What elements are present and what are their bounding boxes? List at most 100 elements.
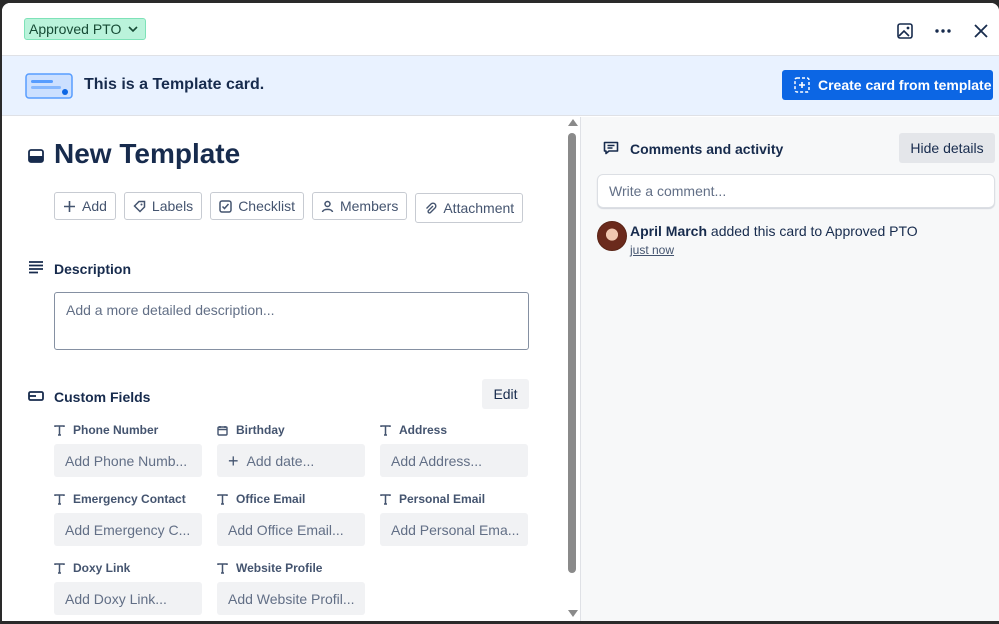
custom-field-birthday: Birthday + Add date...: [217, 422, 365, 477]
scroll-up-arrow-icon[interactable]: [568, 119, 578, 126]
custom-fields-title: Custom Fields: [54, 389, 151, 405]
list-name: Approved PTO: [29, 21, 122, 37]
description-placeholder: Add a more detailed description...: [66, 302, 275, 318]
custom-field-address: Address Add Address...: [380, 422, 528, 477]
field-placeholder: Add Address...: [391, 452, 483, 469]
activity-timestamp[interactable]: just now: [630, 243, 674, 257]
create-card-label: Create card from template: [818, 77, 992, 93]
text-field-icon: [54, 493, 65, 505]
card-header: Approved PTO: [2, 3, 999, 56]
add-button[interactable]: Add: [54, 192, 116, 220]
custom-field-phone-number: Phone Number Add Phone Numb...: [54, 422, 202, 477]
field-placeholder: Add Doxy Link...: [65, 590, 167, 607]
plus-icon: +: [228, 450, 239, 471]
close-button[interactable]: [967, 17, 995, 45]
template-add-icon: [794, 77, 810, 93]
comment-input[interactable]: Write a comment...: [597, 174, 995, 208]
custom-fields-icon: [28, 391, 44, 401]
comments-activity-title: Comments and activity: [630, 141, 784, 157]
text-field-icon: [217, 493, 228, 505]
custom-field-personal-email: Personal Email Add Personal Ema...: [380, 491, 528, 546]
field-label: Address: [399, 423, 448, 437]
labels-button[interactable]: Labels: [123, 192, 203, 220]
field-placeholder: Add Phone Numb...: [65, 452, 188, 469]
members-button[interactable]: Members: [311, 192, 408, 220]
more-icon: [935, 29, 951, 33]
checkbox-icon: [219, 199, 232, 213]
scroll-thumb[interactable]: [568, 133, 576, 573]
avatar[interactable]: [597, 221, 627, 251]
paperclip-icon: [426, 201, 437, 214]
text-field-icon: [380, 424, 391, 436]
card-icon: [28, 149, 44, 163]
template-card-icon: [25, 73, 73, 99]
website-profile-input[interactable]: Add Website Profil...: [217, 582, 365, 615]
more-actions-button[interactable]: [929, 17, 957, 45]
custom-field-doxy-link: Doxy Link Add Doxy Link...: [54, 560, 202, 615]
field-label: Website Profile: [236, 561, 323, 575]
checklist-button[interactable]: Checklist: [210, 192, 304, 220]
doxy-link-input[interactable]: Add Doxy Link...: [54, 582, 202, 615]
plus-icon: [64, 200, 75, 212]
field-placeholder: Add date...: [246, 452, 315, 469]
field-label: Doxy Link: [73, 561, 131, 575]
chevron-down-icon: [128, 26, 138, 33]
custom-field-emergency-contact: Emergency Contact Add Emergency C...: [54, 491, 202, 546]
address-input[interactable]: Add Address...: [380, 444, 528, 477]
members-label: Members: [339, 198, 399, 214]
phone-number-input[interactable]: Add Phone Numb...: [54, 444, 202, 477]
text-field-icon: [54, 424, 65, 436]
description-field[interactable]: Add a more detailed description...: [54, 292, 529, 350]
attachment-button[interactable]: Attachment: [415, 193, 524, 223]
activity-entry: April March added this card to Approved …: [630, 223, 918, 239]
create-card-from-template-button[interactable]: Create card from template: [782, 70, 993, 100]
activity-action: added this card to Approved PTO: [710, 223, 918, 239]
user-icon: [321, 200, 334, 212]
text-field-icon: [217, 562, 228, 574]
emergency-contact-input[interactable]: Add Emergency C...: [54, 513, 202, 546]
description-icon: [29, 261, 43, 274]
list-selector-button[interactable]: Approved PTO: [24, 18, 147, 40]
custom-field-website-profile: Website Profile Add Website Profil...: [217, 560, 365, 615]
activity-user[interactable]: April March: [630, 223, 707, 239]
field-label: Phone Number: [73, 423, 159, 437]
personal-email-input[interactable]: Add Personal Ema...: [380, 513, 528, 546]
card-modal: Approved PTO This is a Template card. Cr…: [2, 3, 999, 621]
field-label: Emergency Contact: [73, 492, 186, 506]
field-label: Birthday: [236, 423, 285, 437]
edit-label: Edit: [493, 386, 518, 402]
comment-placeholder: Write a comment...: [609, 183, 727, 199]
comment-icon: [603, 141, 619, 155]
card-main: New Template Add Labels Checklist Member…: [2, 117, 580, 621]
field-placeholder: Add Office Email...: [228, 521, 344, 538]
checklist-label: Checklist: [238, 198, 295, 214]
field-label: Office Email: [236, 492, 306, 506]
field-placeholder: Add Personal Ema...: [391, 521, 520, 538]
text-field-icon: [380, 493, 391, 505]
field-placeholder: Add Website Profil...: [228, 590, 355, 607]
template-banner: This is a Template card. Create card fro…: [2, 56, 999, 116]
header-actions: [891, 17, 995, 45]
labels-label: Labels: [151, 198, 194, 214]
calendar-icon: [217, 425, 228, 436]
edit-custom-fields-button[interactable]: Edit: [482, 379, 529, 409]
office-email-input[interactable]: Add Office Email...: [217, 513, 365, 546]
template-notice: This is a Template card.: [84, 76, 265, 93]
text-field-icon: [54, 562, 65, 574]
add-label: Add: [82, 198, 107, 214]
birthday-date-input[interactable]: + Add date...: [217, 444, 365, 477]
cover-image-button[interactable]: [891, 17, 919, 45]
tag-icon: [133, 200, 146, 213]
attachment-label: Attachment: [443, 200, 515, 216]
image-icon: [897, 23, 913, 39]
card-actions: Add Labels Checklist Members Attachment: [54, 192, 524, 223]
description-title: Description: [54, 261, 132, 277]
hide-details-label: Hide details: [910, 140, 984, 156]
close-icon: [974, 24, 988, 38]
custom-field-office-email: Office Email Add Office Email...: [217, 491, 365, 546]
card-title[interactable]: New Template: [54, 138, 240, 170]
hide-details-button[interactable]: Hide details: [899, 133, 995, 163]
main-scrollbar[interactable]: [566, 117, 580, 621]
field-label: Personal Email: [399, 492, 486, 506]
scroll-down-arrow-icon[interactable]: [568, 610, 578, 617]
